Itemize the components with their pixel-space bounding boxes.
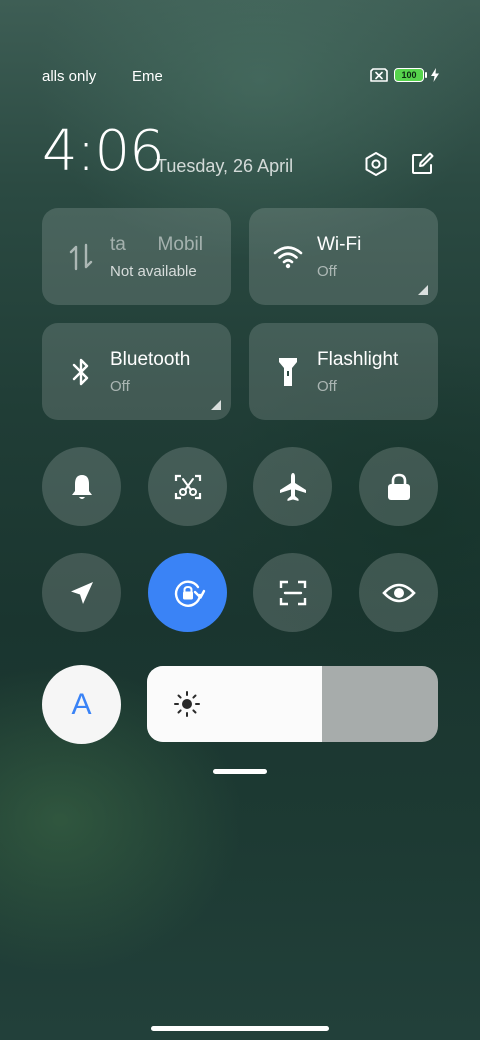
toggle-rotation-lock[interactable]	[148, 553, 227, 632]
tile-wifi-status: Off	[317, 263, 337, 280]
flashlight-icon	[273, 357, 303, 387]
auto-brightness-label: A	[71, 687, 92, 721]
tile-mobile-data-title: ta Mobil	[110, 234, 220, 256]
edit-button[interactable]	[408, 150, 436, 178]
tile-bluetooth-status: Off	[110, 378, 130, 395]
carrier-info: alls only Eme	[42, 68, 172, 90]
tile-mobile-data-status: Not available	[110, 263, 197, 280]
scanner-icon	[279, 580, 306, 605]
panel-drag-handle[interactable]	[213, 769, 267, 774]
battery-icon: 100	[394, 68, 427, 82]
status-icons: 100	[370, 68, 440, 82]
brightness-slider[interactable]	[147, 666, 438, 742]
tile-mobile-data-title-faded: ta	[110, 234, 126, 255]
tile-bluetooth-title: Bluetooth	[110, 349, 191, 370]
status-bar: alls only Eme 100	[0, 62, 480, 90]
wifi-icon	[273, 242, 303, 272]
tile-flashlight[interactable]: Flashlight Off	[249, 323, 438, 420]
toggle-screenshot[interactable]	[148, 447, 227, 526]
home-indicator[interactable]	[151, 1026, 329, 1031]
toggle-location[interactable]	[42, 553, 121, 632]
settings-icon	[365, 152, 387, 176]
brightness-icon	[174, 691, 200, 717]
toggle-silent[interactable]	[42, 447, 121, 526]
sim-off-icon	[370, 68, 388, 82]
toggle-scanner[interactable]	[253, 553, 332, 632]
tile-flashlight-status: Off	[317, 378, 337, 395]
settings-button[interactable]	[362, 150, 390, 178]
tile-wifi[interactable]: Wi-Fi Off	[249, 208, 438, 305]
tile-flashlight-title: Flashlight	[317, 349, 399, 370]
tile-wifi-title: Wi-Fi	[317, 234, 362, 255]
edit-icon	[412, 152, 434, 174]
carrier-label-1: alls only	[42, 68, 97, 85]
tile-wifi-expand-icon[interactable]	[418, 285, 428, 295]
bluetooth-icon	[66, 357, 96, 387]
tile-bluetooth-expand-icon[interactable]	[211, 400, 221, 410]
carrier-label-2: Eme	[132, 68, 162, 85]
auto-brightness-button[interactable]: A	[42, 665, 121, 744]
tile-mobile-data[interactable]: ta Mobil Not available	[42, 208, 231, 305]
battery-level: 100	[401, 70, 417, 80]
toggle-airplane-mode[interactable]	[253, 447, 332, 526]
lock-icon	[387, 473, 410, 500]
rotation-lock-icon	[174, 580, 205, 607]
clock-date: Tuesday, 26 April	[156, 156, 294, 176]
clock-time: 4:06	[42, 119, 165, 184]
location-icon	[70, 581, 93, 604]
tile-mobile-data-title-main: Mobil	[157, 234, 203, 255]
screenshot-icon	[174, 474, 201, 499]
toggle-reading-mode[interactable]	[359, 553, 438, 632]
airplane-icon	[279, 472, 306, 501]
bell-icon	[71, 474, 92, 499]
reading-mode-icon	[381, 583, 416, 602]
tile-bluetooth[interactable]: Bluetooth Off	[42, 323, 231, 420]
toggle-lock-screen[interactable]	[359, 447, 438, 526]
charging-bolt-icon	[431, 68, 439, 82]
mobile-data-icon	[66, 242, 96, 272]
